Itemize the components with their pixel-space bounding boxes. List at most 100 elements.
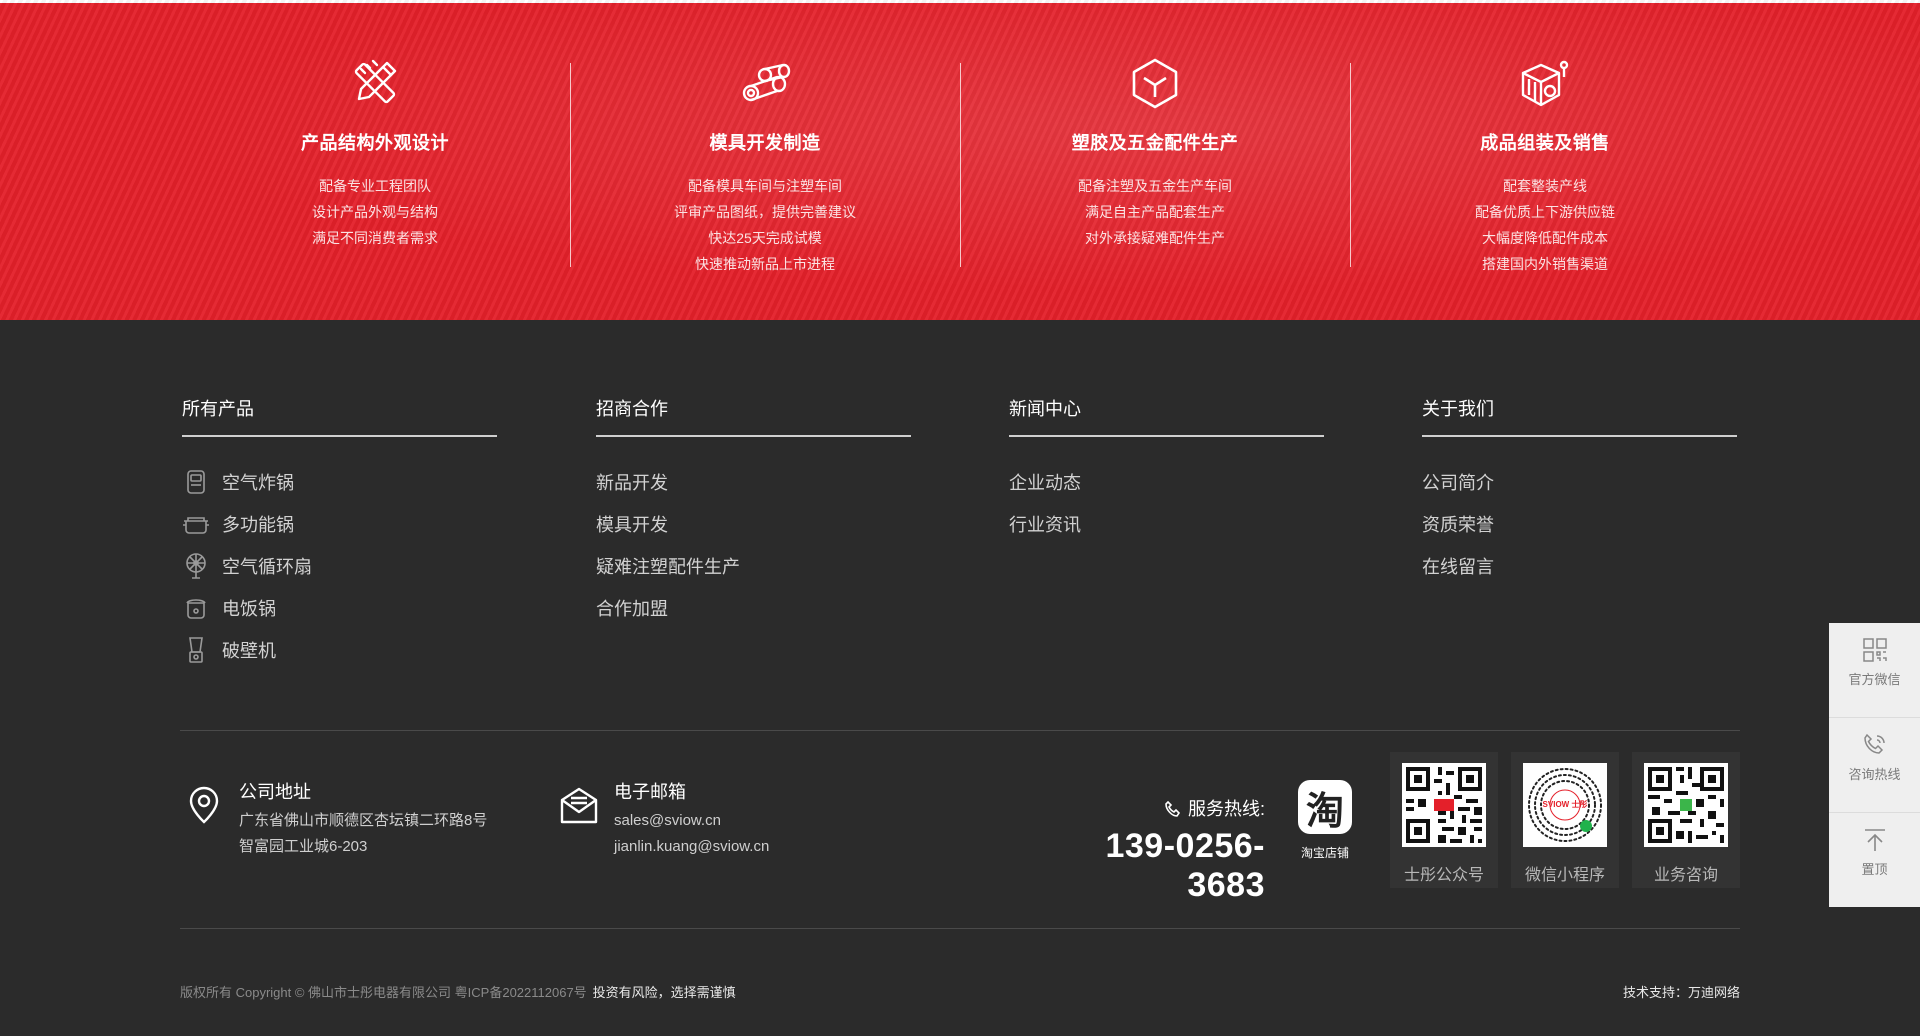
service-title: 成品组装及销售 xyxy=(1480,133,1610,153)
qr-label: 业务咨询 xyxy=(1653,867,1718,884)
sidebar-label: 咨询热线 xyxy=(1848,767,1901,782)
qrcode-image xyxy=(1644,763,1728,847)
cube-gear-icon xyxy=(1521,60,1569,107)
nav-item-label: 多功能锅 xyxy=(222,515,294,535)
qr-mini-program[interactable]: SVIOW 士彤 微信小程序 xyxy=(1511,752,1619,888)
email-block: 电子邮箱 sales@sviow.cn jianlin.kuang@sviow.… xyxy=(558,778,769,860)
back-to-top-icon xyxy=(1864,829,1885,851)
box-icon xyxy=(1132,58,1178,109)
mini-program-code: SVIOW 士彤 xyxy=(1523,763,1607,847)
air-fryer-icon xyxy=(182,468,210,496)
mail-icon xyxy=(560,787,598,824)
qr-business-consult[interactable]: 业务咨询 xyxy=(1632,752,1740,888)
location-pin-icon xyxy=(189,786,219,824)
nav-about: 关于我们 公司简介 资质荣誉 在线留言 xyxy=(1422,395,1737,587)
copyright-text[interactable]: 版权所有 Copyright © 佛山市士彤电器有限公司 粤ICP备202211… xyxy=(180,985,587,1000)
separator xyxy=(180,928,1740,929)
service-line: 评审产品图纸，提供完善建议 xyxy=(674,204,856,220)
blender-icon xyxy=(182,636,210,664)
sidebar-label: 官方微信 xyxy=(1848,672,1901,687)
service-line: 配备模具车间与注塑车间 xyxy=(688,178,842,194)
fan-icon xyxy=(182,552,210,580)
nav-item[interactable]: 疑难注塑配件生产 xyxy=(596,545,911,587)
sidebar-wechat[interactable]: 官方微信 xyxy=(1829,637,1920,718)
nav-heading[interactable]: 招商合作 xyxy=(596,395,911,437)
service-line: 大幅度降低配件成本 xyxy=(1482,230,1608,246)
copyright: 版权所有 Copyright © 佛山市士彤电器有限公司 粤ICP备202211… xyxy=(180,982,736,1001)
hotline-block: 服务热线: 139-0256-3683 xyxy=(1035,795,1265,905)
service-assembly: 成品组装及销售 配套整装产线 配备优质上下游供应链 大幅度降低配件成本 搭建国内… xyxy=(1350,55,1740,277)
service-mold: 模具开发制造 配备模具车间与注塑车间 评审产品图纸，提供完善建议 快达25天完成… xyxy=(570,55,960,277)
service-line: 设计产品外观与结构 xyxy=(312,204,438,220)
service-design: 产品结构外观设计 配备专业工程团队 设计产品外观与结构 满足不同消费者需求 xyxy=(180,55,570,251)
taobao-store-link[interactable]: 淘 淘宝店铺 xyxy=(1290,780,1360,861)
email-label: 电子邮箱 xyxy=(614,782,686,802)
pipes-icon xyxy=(742,63,791,102)
hotline-label: 服务热线: xyxy=(1187,799,1265,819)
nav-item-blender[interactable]: 破壁机 xyxy=(182,629,497,671)
nav-products: 所有产品 空气炸锅 多功能锅 空气循环扇 电饭锅 破壁机 xyxy=(182,395,497,671)
nav-item[interactable]: 模具开发 xyxy=(596,503,911,545)
service-line: 满足不同消费者需求 xyxy=(312,230,438,246)
service-title: 模具开发制造 xyxy=(709,133,821,153)
nav-item-fan[interactable]: 空气循环扇 xyxy=(182,545,497,587)
services-band: 产品结构外观设计 配备专业工程团队 设计产品外观与结构 满足不同消费者需求 模具… xyxy=(0,0,1920,320)
nav-item-air-fryer[interactable]: 空气炸锅 xyxy=(182,461,497,503)
service-line: 满足自主产品配套生产 xyxy=(1085,204,1225,220)
qr-label: 微信小程序 xyxy=(1524,867,1605,884)
phone-icon xyxy=(1165,800,1181,817)
taobao-icon: 淘 xyxy=(1298,780,1352,834)
nav-item[interactable]: 企业动态 xyxy=(1009,461,1324,503)
nav-heading[interactable]: 新闻中心 xyxy=(1009,395,1324,437)
service-title: 塑胶及五金配件生产 xyxy=(1071,133,1239,153)
service-line: 快速推动新品上市进程 xyxy=(695,256,835,272)
nav-item-label: 空气炸锅 xyxy=(222,473,294,493)
sidebar-back-to-top[interactable]: 置顶 xyxy=(1829,827,1920,907)
qr-official-account[interactable]: 士彤公众号 xyxy=(1390,752,1498,888)
hotline-number[interactable]: 139-0256-3683 xyxy=(1035,827,1265,905)
nav-item-label: 空气循环扇 xyxy=(222,557,312,577)
sidebar-label: 置顶 xyxy=(1861,862,1888,877)
email-link[interactable]: jianlin.kuang@sviow.cn xyxy=(614,834,769,860)
tech-support-link[interactable]: 技术支持：万迪网络 xyxy=(1623,982,1740,1001)
nav-item[interactable]: 行业资讯 xyxy=(1009,503,1324,545)
multi-cooker-icon xyxy=(182,510,210,538)
service-line: 配套整装产线 xyxy=(1503,178,1587,194)
service-title: 产品结构外观设计 xyxy=(301,133,449,153)
address-label: 公司地址 xyxy=(239,782,311,802)
mini-program-center-text: SVIOW 士彤 xyxy=(1542,800,1588,809)
pencil-ruler-icon xyxy=(354,59,397,104)
nav-item-rice-cooker[interactable]: 电饭锅 xyxy=(182,587,497,629)
nav-heading[interactable]: 关于我们 xyxy=(1422,395,1737,437)
service-line: 配备注塑及五金生产车间 xyxy=(1078,178,1232,194)
nav-news: 新闻中心 企业动态 行业资讯 xyxy=(1009,395,1324,545)
address-line: 广东省佛山市顺德区杏坛镇二环路8号 xyxy=(239,812,488,829)
nav-item[interactable]: 资质荣誉 xyxy=(1422,503,1737,545)
email-link[interactable]: sales@sviow.cn xyxy=(614,808,769,834)
phone-icon xyxy=(1863,733,1885,754)
nav-item[interactable]: 新品开发 xyxy=(596,461,911,503)
address-line: 智富园工业城6-203 xyxy=(239,838,368,855)
taobao-label: 淘宝店铺 xyxy=(1300,846,1349,860)
nav-item[interactable]: 合作加盟 xyxy=(596,587,911,629)
nav-cooperation: 招商合作 新品开发 模具开发 疑难注塑配件生产 合作加盟 xyxy=(596,395,911,629)
service-line: 配备优质上下游供应链 xyxy=(1475,204,1615,220)
service-line: 快达25天完成试模 xyxy=(708,230,822,246)
nav-item-label: 电饭锅 xyxy=(222,599,276,619)
qrcode-icon xyxy=(1862,638,1887,662)
nav-heading[interactable]: 所有产品 xyxy=(182,395,497,437)
floating-sidebar: 官方微信 咨询热线 置顶 xyxy=(1829,623,1920,907)
separator xyxy=(180,730,1740,731)
service-line: 对外承接疑难配件生产 xyxy=(1085,230,1225,246)
nav-item[interactable]: 公司简介 xyxy=(1422,461,1737,503)
sidebar-hotline[interactable]: 咨询热线 xyxy=(1829,732,1920,813)
nav-item-multi-cooker[interactable]: 多功能锅 xyxy=(182,503,497,545)
service-parts: 塑胶及五金配件生产 配备注塑及五金生产车间 满足自主产品配套生产 对外承接疑难配… xyxy=(960,55,1350,251)
nav-item[interactable]: 在线留言 xyxy=(1422,545,1737,587)
address-block: 公司地址 广东省佛山市顺德区杏坛镇二环路8号 智富园工业城6-203 xyxy=(183,778,487,860)
service-line: 配备专业工程团队 xyxy=(319,178,431,194)
service-line: 搭建国内外销售渠道 xyxy=(1482,256,1608,272)
nav-item-label: 破壁机 xyxy=(222,641,276,661)
qrcode-image xyxy=(1402,763,1486,847)
risk-notice: 投资有风险，选择需谨慎 xyxy=(592,985,736,1000)
